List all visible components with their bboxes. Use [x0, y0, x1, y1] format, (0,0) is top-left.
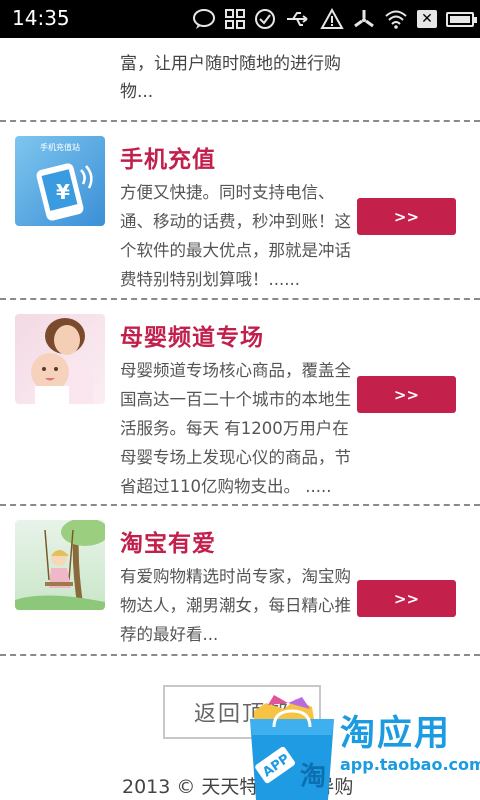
item-description: 有爱购物精选时尚专家，淘宝购 物达人，潮男潮女，每日精心推 荐的最好看...: [120, 562, 378, 649]
clock: 14:35: [12, 6, 70, 30]
chat-bubble-icon: [193, 9, 215, 29]
description-line: 母婴频道专场核心商品，覆盖全: [120, 361, 351, 380]
girl-on-swing-image: [15, 520, 105, 610]
item-description: 母婴频道专场核心商品，覆盖全 国高达一百二十个城市的本地生 活服务。每天 有12…: [120, 356, 378, 501]
go-button[interactable]: >>: [357, 198, 456, 235]
description-line: 活服务。每天 有1200万用户在: [120, 419, 349, 438]
watermark-url: app.taobao.com: [340, 755, 480, 774]
description-line: 方便又快捷。同时支持电信、: [120, 183, 335, 202]
grid-icon: [225, 9, 245, 29]
x-box-icon: ✕: [417, 10, 437, 28]
svg-text:¥: ¥: [56, 180, 70, 204]
clipped-line: [120, 38, 370, 50]
description-line: 富，让用户随时随地的进行购: [120, 54, 341, 74]
usb-icon: [287, 12, 308, 26]
mother-baby-image: [31, 318, 93, 404]
recharge-thumbnail: 手机充值站 ¥: [15, 136, 105, 226]
list-item-taobao-love[interactable]: 淘宝有爱 有爱购物精选时尚专家，淘宝购 物达人，潮男潮女，每日精心推 荐的最好看…: [0, 506, 480, 654]
check-circle-icon: [255, 9, 275, 29]
item-title[interactable]: 手机充值: [120, 140, 216, 174]
taobao-app-watermark: APP 淘 淘应用 app.taobao.com: [244, 695, 480, 800]
description-line: 费特别特别划算哦！......: [120, 270, 300, 289]
item-description: 方便又快捷。同时支持电信、 通、移动的话费，秒冲到账！这 个软件的最大优点，那就…: [120, 178, 378, 294]
battery-icon: [446, 11, 477, 27]
description-line: 母婴专场上发现心仪的商品，节: [120, 448, 351, 467]
go-button[interactable]: >>: [357, 376, 456, 413]
go-button[interactable]: >>: [357, 580, 456, 617]
description-line: 有爱购物精选时尚专家，淘宝购: [120, 567, 351, 586]
fan-icon: [354, 10, 374, 28]
description-line: 物达人，潮男潮女，每日精心推: [120, 596, 351, 615]
watermark-brand: 淘应用: [340, 714, 452, 754]
warning-icon: [320, 8, 344, 29]
item-title[interactable]: 淘宝有爱: [120, 524, 216, 558]
previous-item-description: 富，让用户随时随地的进行购 物...: [120, 38, 370, 106]
description-line: 荐的最好看...: [120, 625, 219, 644]
shopping-bag-icon: APP 淘: [250, 695, 334, 800]
description-line: 国高达一百二十个城市的本地生: [120, 390, 351, 409]
wifi-icon: [385, 10, 407, 29]
description-line: 个软件的最大优点，那就是冲话: [120, 241, 351, 260]
list-item-maternal-baby[interactable]: 母婴频道专场 母婴频道专场核心商品，覆盖全 国高达一百二十个城市的本地生 活服务…: [0, 300, 480, 504]
mother-baby-thumbnail: [15, 314, 105, 404]
status-bar: 14:35 ✕: [0, 0, 480, 38]
taobao-love-thumbnail: [15, 520, 105, 610]
description-line: 省超过110亿购物支出。 .....: [120, 477, 332, 496]
description-line: 通、移动的话费，秒冲到账！这: [120, 212, 351, 231]
status-icons: ✕: [192, 6, 477, 32]
list-item-mobile-recharge[interactable]: 手机充值站 ¥ 手机充值 方便又快捷。同时支持电信、 通、移动的话费，秒冲到账！…: [0, 122, 480, 298]
svg-text:淘: 淘: [300, 762, 326, 792]
description-line: 物...: [120, 82, 154, 102]
item-title[interactable]: 母婴频道专场: [120, 318, 264, 352]
divider: [0, 654, 480, 656]
page-content[interactable]: 富，让用户随时随地的进行购 物... 手机充值站 ¥ 手机充值 方便又快捷。同时…: [0, 38, 480, 800]
phone-yen-icon: ¥: [36, 163, 93, 221]
